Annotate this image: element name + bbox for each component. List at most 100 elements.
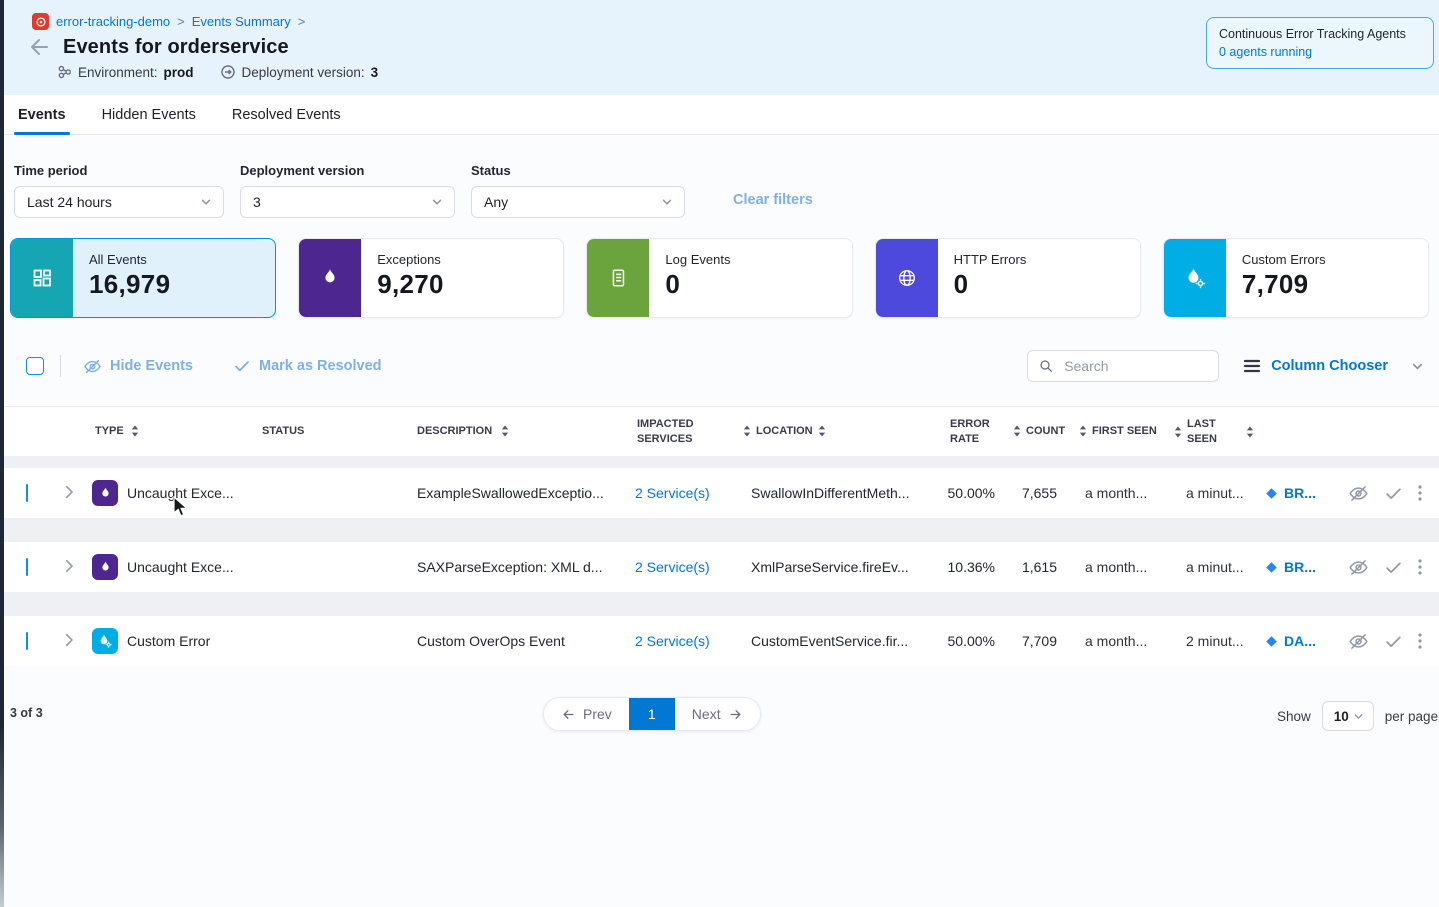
breadcrumb-events-summary[interactable]: Events Summary [192, 14, 291, 29]
column-label: STATUS [262, 424, 304, 438]
card-exceptions[interactable]: Exceptions 9,270 [298, 238, 564, 318]
jira-ticket-link[interactable]: DA... [1254, 633, 1329, 649]
kebab-menu-icon[interactable] [1418, 485, 1422, 501]
row-checkbox[interactable] [26, 558, 28, 576]
ticket-id: BR... [1284, 485, 1316, 501]
grid-icon [11, 239, 73, 317]
deployment-icon [220, 64, 236, 80]
tab-resolved-events[interactable]: Resolved Events [232, 95, 341, 134]
sort-icon [818, 425, 826, 437]
agents-running-link[interactable]: 0 agents running [1219, 45, 1421, 59]
search-input[interactable] [1062, 357, 1208, 375]
column-header-first-seen[interactable]: FIRST SEEN [1069, 424, 1164, 438]
event-type-cards: All Events 16,979 Exceptions 9,270 Log E… [10, 238, 1429, 318]
card-http-errors[interactable]: HTTP Errors 0 [875, 238, 1141, 318]
hide-event-icon[interactable] [1348, 557, 1369, 578]
back-arrow-icon[interactable] [28, 35, 52, 59]
breadcrumb-project[interactable]: error-tracking-demo [56, 14, 170, 29]
show-label: Show [1277, 709, 1311, 724]
search-box [1027, 350, 1219, 382]
environment-label: Environment: [78, 65, 158, 80]
card-custom-errors[interactable]: Custom Errors 7,709 [1163, 238, 1429, 318]
card-label: All Events [89, 252, 170, 267]
resolve-event-icon[interactable] [1384, 558, 1403, 577]
next-page-button[interactable]: Next [675, 698, 760, 730]
resolve-event-icon[interactable] [1384, 484, 1403, 503]
chevron-down-icon [660, 195, 674, 209]
select-all-checkbox[interactable] [26, 357, 44, 375]
hide-event-icon[interactable] [1348, 631, 1369, 652]
table-body: Uncaught Exce... ExampleSwallowedExcepti… [0, 456, 1439, 666]
column-label: IMPACTED SERVICES [637, 417, 721, 446]
card-log-events[interactable]: Log Events 0 [586, 238, 852, 318]
flame-icon [92, 480, 118, 506]
last-seen: a minut... [1164, 485, 1254, 501]
row-expander-chevron-icon[interactable] [56, 483, 92, 504]
jira-diamond-icon [1264, 560, 1279, 575]
jira-ticket-link[interactable]: BR... [1254, 485, 1329, 501]
mark-resolved-button[interactable]: Mark as Resolved [233, 357, 382, 375]
prev-page-button[interactable]: Prev [544, 698, 629, 730]
column-header-error-rate[interactable]: ERROR RATE [924, 417, 999, 446]
hide-event-icon[interactable] [1348, 483, 1369, 504]
tab-events[interactable]: Events [18, 95, 66, 134]
event-count: 1,615 [999, 559, 1069, 575]
breadcrumb-separator: > [298, 14, 306, 29]
row-expander-chevron-icon[interactable] [56, 557, 92, 578]
last-seen: 2 minut... [1164, 633, 1254, 649]
row-count-summary: 3 of 3 [10, 706, 43, 720]
breadcrumb-separator: > [177, 14, 185, 29]
page-size-value: 10 [1334, 709, 1349, 724]
column-header-location[interactable]: LOCATION [739, 424, 924, 438]
sort-icon [501, 425, 509, 437]
status-select[interactable]: Any [471, 186, 685, 218]
tab-bar: Events Hidden Events Resolved Events [0, 95, 1439, 135]
error-rate: 50.00% [924, 633, 999, 649]
arrow-left-icon [561, 707, 576, 722]
event-description: SAXParseException: XML d... [417, 559, 629, 575]
impacted-services-link[interactable]: 2 Service(s) [629, 559, 739, 575]
tab-hidden-events[interactable]: Hidden Events [102, 95, 196, 134]
column-header-status[interactable]: STATUS [262, 424, 417, 438]
hide-events-button[interactable]: Hide Events [83, 357, 193, 376]
deployment-version-select[interactable]: 3 [240, 186, 455, 218]
page-number-button[interactable]: 1 [629, 698, 675, 730]
sidebar-edge [0, 0, 4, 907]
column-header-impacted-services[interactable]: IMPACTED SERVICES [629, 417, 739, 446]
card-all-events[interactable]: All Events 16,979 [10, 238, 276, 318]
page-size-control: Show 10 per page [1277, 701, 1438, 731]
kebab-menu-icon[interactable] [1418, 633, 1422, 649]
column-header-last-seen[interactable]: LAST SEEN [1164, 417, 1254, 446]
row-checkbox[interactable] [26, 632, 28, 650]
row-expander-chevron-icon[interactable] [56, 631, 92, 652]
card-label: Custom Errors [1242, 252, 1326, 267]
row-checkbox[interactable] [26, 484, 28, 502]
time-period-select[interactable]: Last 24 hours [14, 186, 224, 218]
column-header-description[interactable]: DESCRIPTION [417, 424, 629, 438]
pagination: Prev 1 Next [543, 697, 761, 731]
chevron-down-icon [199, 195, 213, 209]
sort-icon [1174, 426, 1182, 438]
event-location: CustomEventService.fir... [739, 633, 924, 649]
time-period-label: Time period [14, 163, 224, 178]
first-seen: a month... [1069, 485, 1164, 501]
event-location: XmlParseService.fireEv... [739, 559, 924, 575]
clear-filters-button[interactable]: Clear filters [733, 192, 813, 208]
jira-ticket-link[interactable]: BR... [1254, 559, 1329, 575]
per-page-label: per page [1385, 709, 1438, 724]
column-header-count[interactable]: COUNT [999, 424, 1069, 438]
kebab-menu-icon[interactable] [1418, 559, 1422, 575]
impacted-services-link[interactable]: 2 Service(s) [629, 485, 739, 501]
next-label: Next [692, 706, 721, 722]
column-header-type[interactable]: TYPE [92, 424, 262, 438]
resolve-event-icon[interactable] [1384, 632, 1403, 651]
check-icon [233, 357, 251, 375]
event-type: Uncaught Exce... [127, 485, 234, 501]
impacted-services-link[interactable]: 2 Service(s) [629, 633, 739, 649]
sort-icon [131, 425, 139, 437]
column-label: DESCRIPTION [417, 424, 492, 438]
card-value: 0 [665, 269, 730, 300]
column-chooser-button[interactable]: Column Chooser [1243, 358, 1425, 374]
page-size-select[interactable]: 10 [1322, 701, 1374, 731]
card-value: 9,270 [377, 269, 444, 300]
